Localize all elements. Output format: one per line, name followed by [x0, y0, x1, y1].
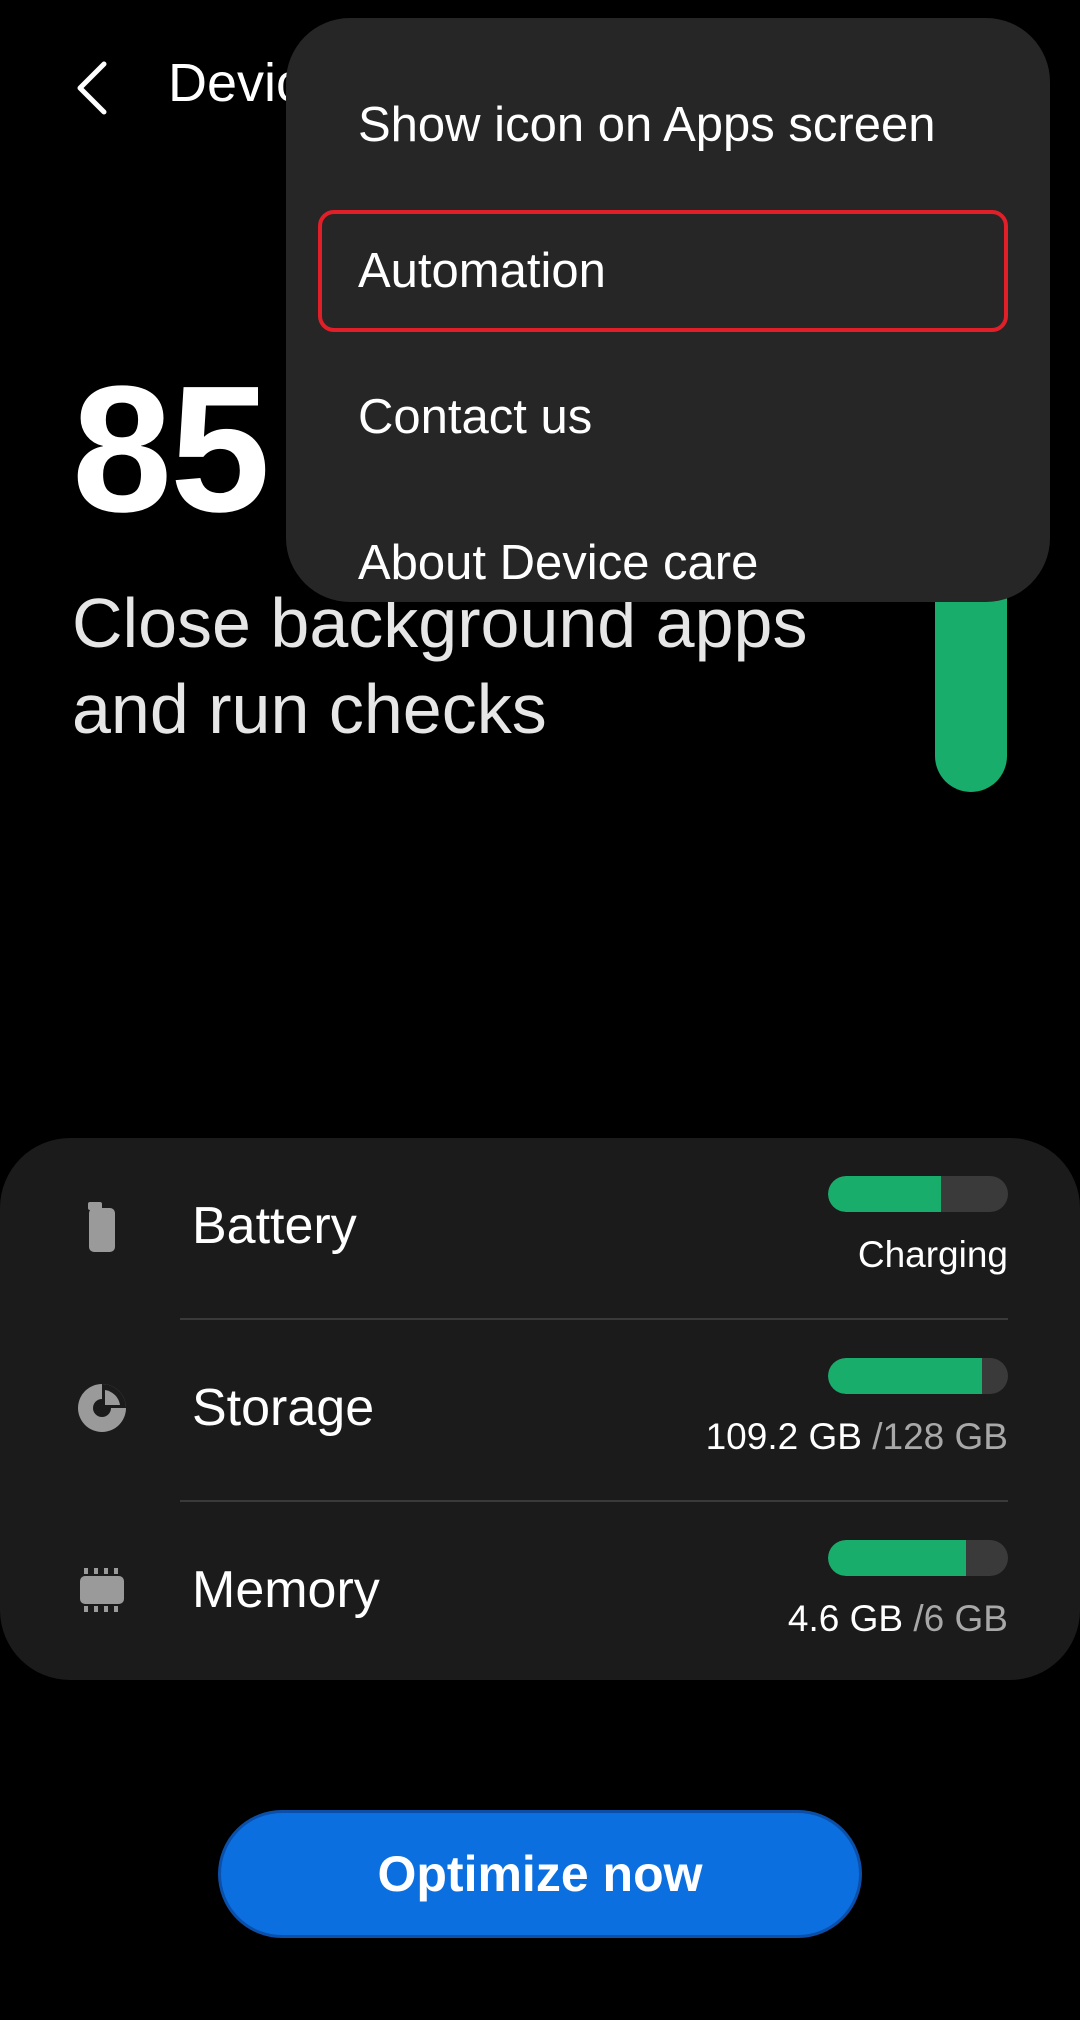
menu-item-show-icon[interactable]: Show icon on Apps screen [286, 52, 1050, 198]
menu-item-contact-us[interactable]: Contact us [286, 344, 1050, 490]
memory-chip-icon [80, 1568, 124, 1612]
storage-label: Storage [192, 1379, 375, 1437]
storage-row[interactable]: Storage 109.2 GB /128 GB [0, 1320, 1080, 1500]
care-score: 85 [72, 349, 270, 550]
memory-usage: 4.6 GB /6 GB [788, 1598, 1008, 1640]
device-care-screen: Device care 85 Close background apps and… [0, 0, 1080, 2020]
storage-used: 109.2 GB [705, 1416, 862, 1457]
battery-row[interactable]: Battery Charging [0, 1138, 1080, 1318]
overflow-menu: Show icon on Apps screen Automation Cont… [286, 18, 1050, 602]
memory-bar-fill [828, 1540, 967, 1576]
optimize-now-button[interactable]: Optimize now [218, 1810, 862, 1938]
status-card: Battery Charging Storage 109.2 GB /128 G… [0, 1138, 1080, 1680]
memory-label: Memory [192, 1561, 380, 1619]
memory-row[interactable]: Memory 4.6 GB /6 GB [0, 1502, 1080, 1682]
memory-used: 4.6 GB [787, 1598, 904, 1639]
memory-total: /6 GB [913, 1598, 1008, 1639]
battery-label: Battery [192, 1197, 357, 1255]
storage-total: /128 GB [872, 1416, 1008, 1457]
memory-bar [828, 1540, 1008, 1576]
back-button[interactable] [60, 48, 124, 128]
battery-bar-fill [828, 1176, 942, 1212]
battery-icon [88, 1202, 115, 1252]
storage-pie-icon [78, 1384, 126, 1432]
storage-usage: 109.2 GB /128 GB [706, 1416, 1008, 1458]
storage-bar-fill [828, 1358, 982, 1394]
battery-bar [828, 1176, 1008, 1212]
battery-status: Charging [858, 1234, 1008, 1276]
chevron-left-icon [77, 61, 107, 115]
battery-status-text: Charging [857, 1234, 1008, 1275]
menu-item-about[interactable]: About Device care [286, 490, 1050, 636]
storage-bar [828, 1358, 1008, 1394]
menu-item-automation[interactable]: Automation [286, 198, 1050, 344]
